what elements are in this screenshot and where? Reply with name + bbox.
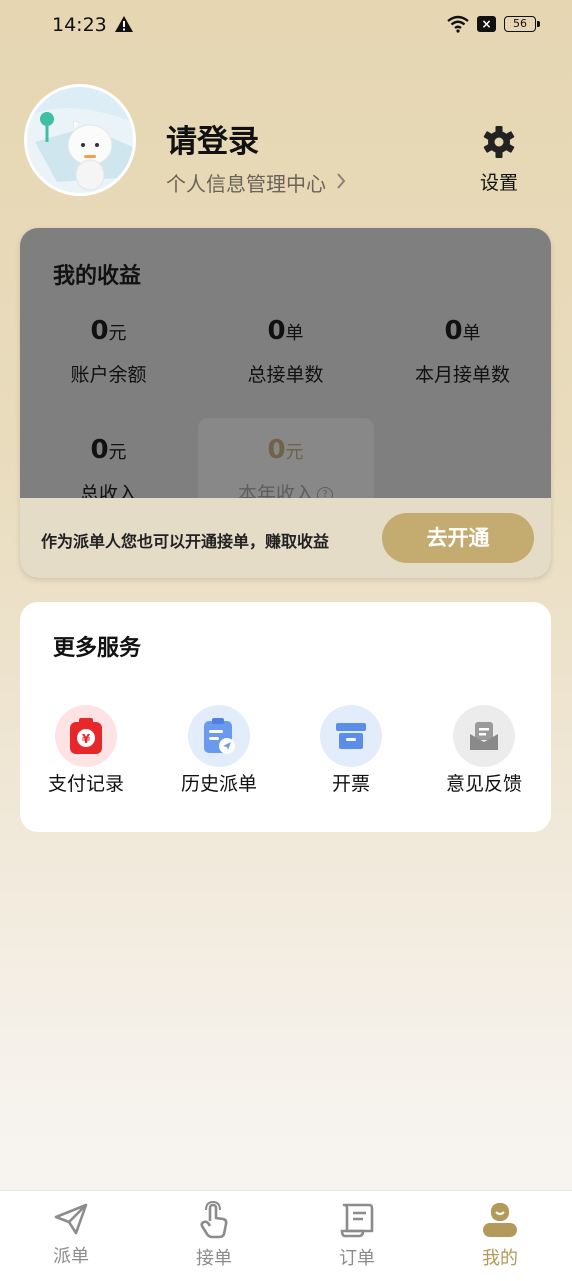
stat-value: 0 bbox=[267, 316, 286, 346]
bottom-tab-bar: 派单 接单 订单 我的 bbox=[0, 1190, 572, 1281]
service-label: 意见反馈 bbox=[445, 773, 522, 795]
promo-text: 作为派单人您也可以开通接单，赚取收益 bbox=[41, 532, 330, 551]
tab-dispatch[interactable]: 派单 bbox=[21, 1201, 121, 1268]
stat-account-balance: 0元 账户余额 bbox=[20, 316, 197, 387]
chevron-right-icon bbox=[336, 171, 346, 195]
stat-value: 0 bbox=[90, 316, 109, 346]
order-scroll-icon bbox=[339, 1203, 375, 1243]
service-label: 开票 bbox=[331, 773, 370, 795]
stat-year-income[interactable]: 0元 本年收入? bbox=[197, 435, 374, 506]
settings-label: 设置 bbox=[479, 172, 518, 194]
invoice-icon bbox=[320, 705, 382, 767]
svg-text:¥: ¥ bbox=[82, 732, 91, 746]
stat-value: 0 bbox=[267, 435, 286, 465]
stat-value: 0 bbox=[444, 316, 463, 346]
stat-value: 0 bbox=[90, 435, 109, 465]
warning-icon bbox=[114, 15, 134, 37]
tab-label: 接单 bbox=[196, 1248, 232, 1269]
service-label: 支付记录 bbox=[47, 773, 124, 795]
tab-label: 订单 bbox=[339, 1248, 375, 1269]
tab-accept[interactable]: 接单 bbox=[164, 1200, 264, 1270]
stat-label: 总接单数 bbox=[247, 364, 324, 386]
stat-total-income: 0元 总收入 bbox=[20, 435, 197, 506]
tab-mine[interactable]: 我的 bbox=[450, 1201, 550, 1270]
avatar[interactable] bbox=[24, 84, 136, 196]
settings-button[interactable]: 设置 bbox=[470, 124, 528, 195]
stat-unit: 元 bbox=[108, 442, 127, 463]
services-title: 更多服务 bbox=[53, 636, 142, 661]
hand-tap-icon bbox=[196, 1200, 232, 1243]
stat-unit: 元 bbox=[285, 442, 304, 463]
wifi-icon bbox=[446, 15, 470, 37]
promo-banner: 作为派单人您也可以开通接单，赚取收益 去开通 bbox=[20, 498, 551, 578]
profile-center-label: 个人信息管理中心 bbox=[166, 172, 326, 196]
service-payment-record[interactable]: ¥ 支付记录 bbox=[20, 705, 152, 796]
service-feedback[interactable]: 意见反馈 bbox=[418, 705, 550, 796]
payment-record-icon: ¥ bbox=[55, 705, 117, 767]
stat-month-orders: 0单 本月接单数 bbox=[374, 316, 551, 387]
service-history-order[interactable]: 历史派单 bbox=[153, 705, 285, 796]
earnings-card: 我的收益 0元 账户余额 0单 总接单数 0单 本月接单数 0元 总收入 0元 … bbox=[20, 228, 551, 578]
profile-center-link[interactable]: 个人信息管理中心 bbox=[166, 168, 346, 197]
stat-label: 本月接单数 bbox=[414, 364, 510, 386]
status-time: 14:23 bbox=[52, 14, 107, 36]
gear-icon bbox=[481, 126, 517, 164]
activate-button[interactable]: 去开通 bbox=[382, 513, 534, 563]
service-invoice[interactable]: 开票 bbox=[285, 705, 417, 796]
stat-label: 账户余额 bbox=[70, 364, 147, 386]
tab-label: 派单 bbox=[53, 1246, 89, 1267]
services-card: 更多服务 ¥ 支付记录 历史派单 开票 意见反馈 bbox=[20, 602, 551, 832]
stat-total-orders: 0单 总接单数 bbox=[197, 316, 374, 387]
login-prompt[interactable]: 请登录 bbox=[166, 116, 259, 161]
service-label: 历史派单 bbox=[180, 773, 257, 795]
tab-label: 我的 bbox=[482, 1248, 518, 1269]
status-bar: 14:23 × 56 bbox=[0, 0, 572, 52]
feedback-icon bbox=[453, 705, 515, 767]
stat-unit: 单 bbox=[462, 323, 481, 344]
history-order-icon bbox=[188, 705, 250, 767]
tab-orders[interactable]: 订单 bbox=[307, 1201, 407, 1270]
battery-icon: 56 bbox=[504, 16, 540, 32]
no-sim-icon: × bbox=[477, 16, 496, 32]
stat-unit: 元 bbox=[108, 323, 127, 344]
profile-icon bbox=[481, 1203, 519, 1243]
earnings-title: 我的收益 bbox=[53, 264, 142, 289]
send-icon bbox=[52, 1203, 90, 1241]
stat-unit: 单 bbox=[285, 323, 304, 344]
